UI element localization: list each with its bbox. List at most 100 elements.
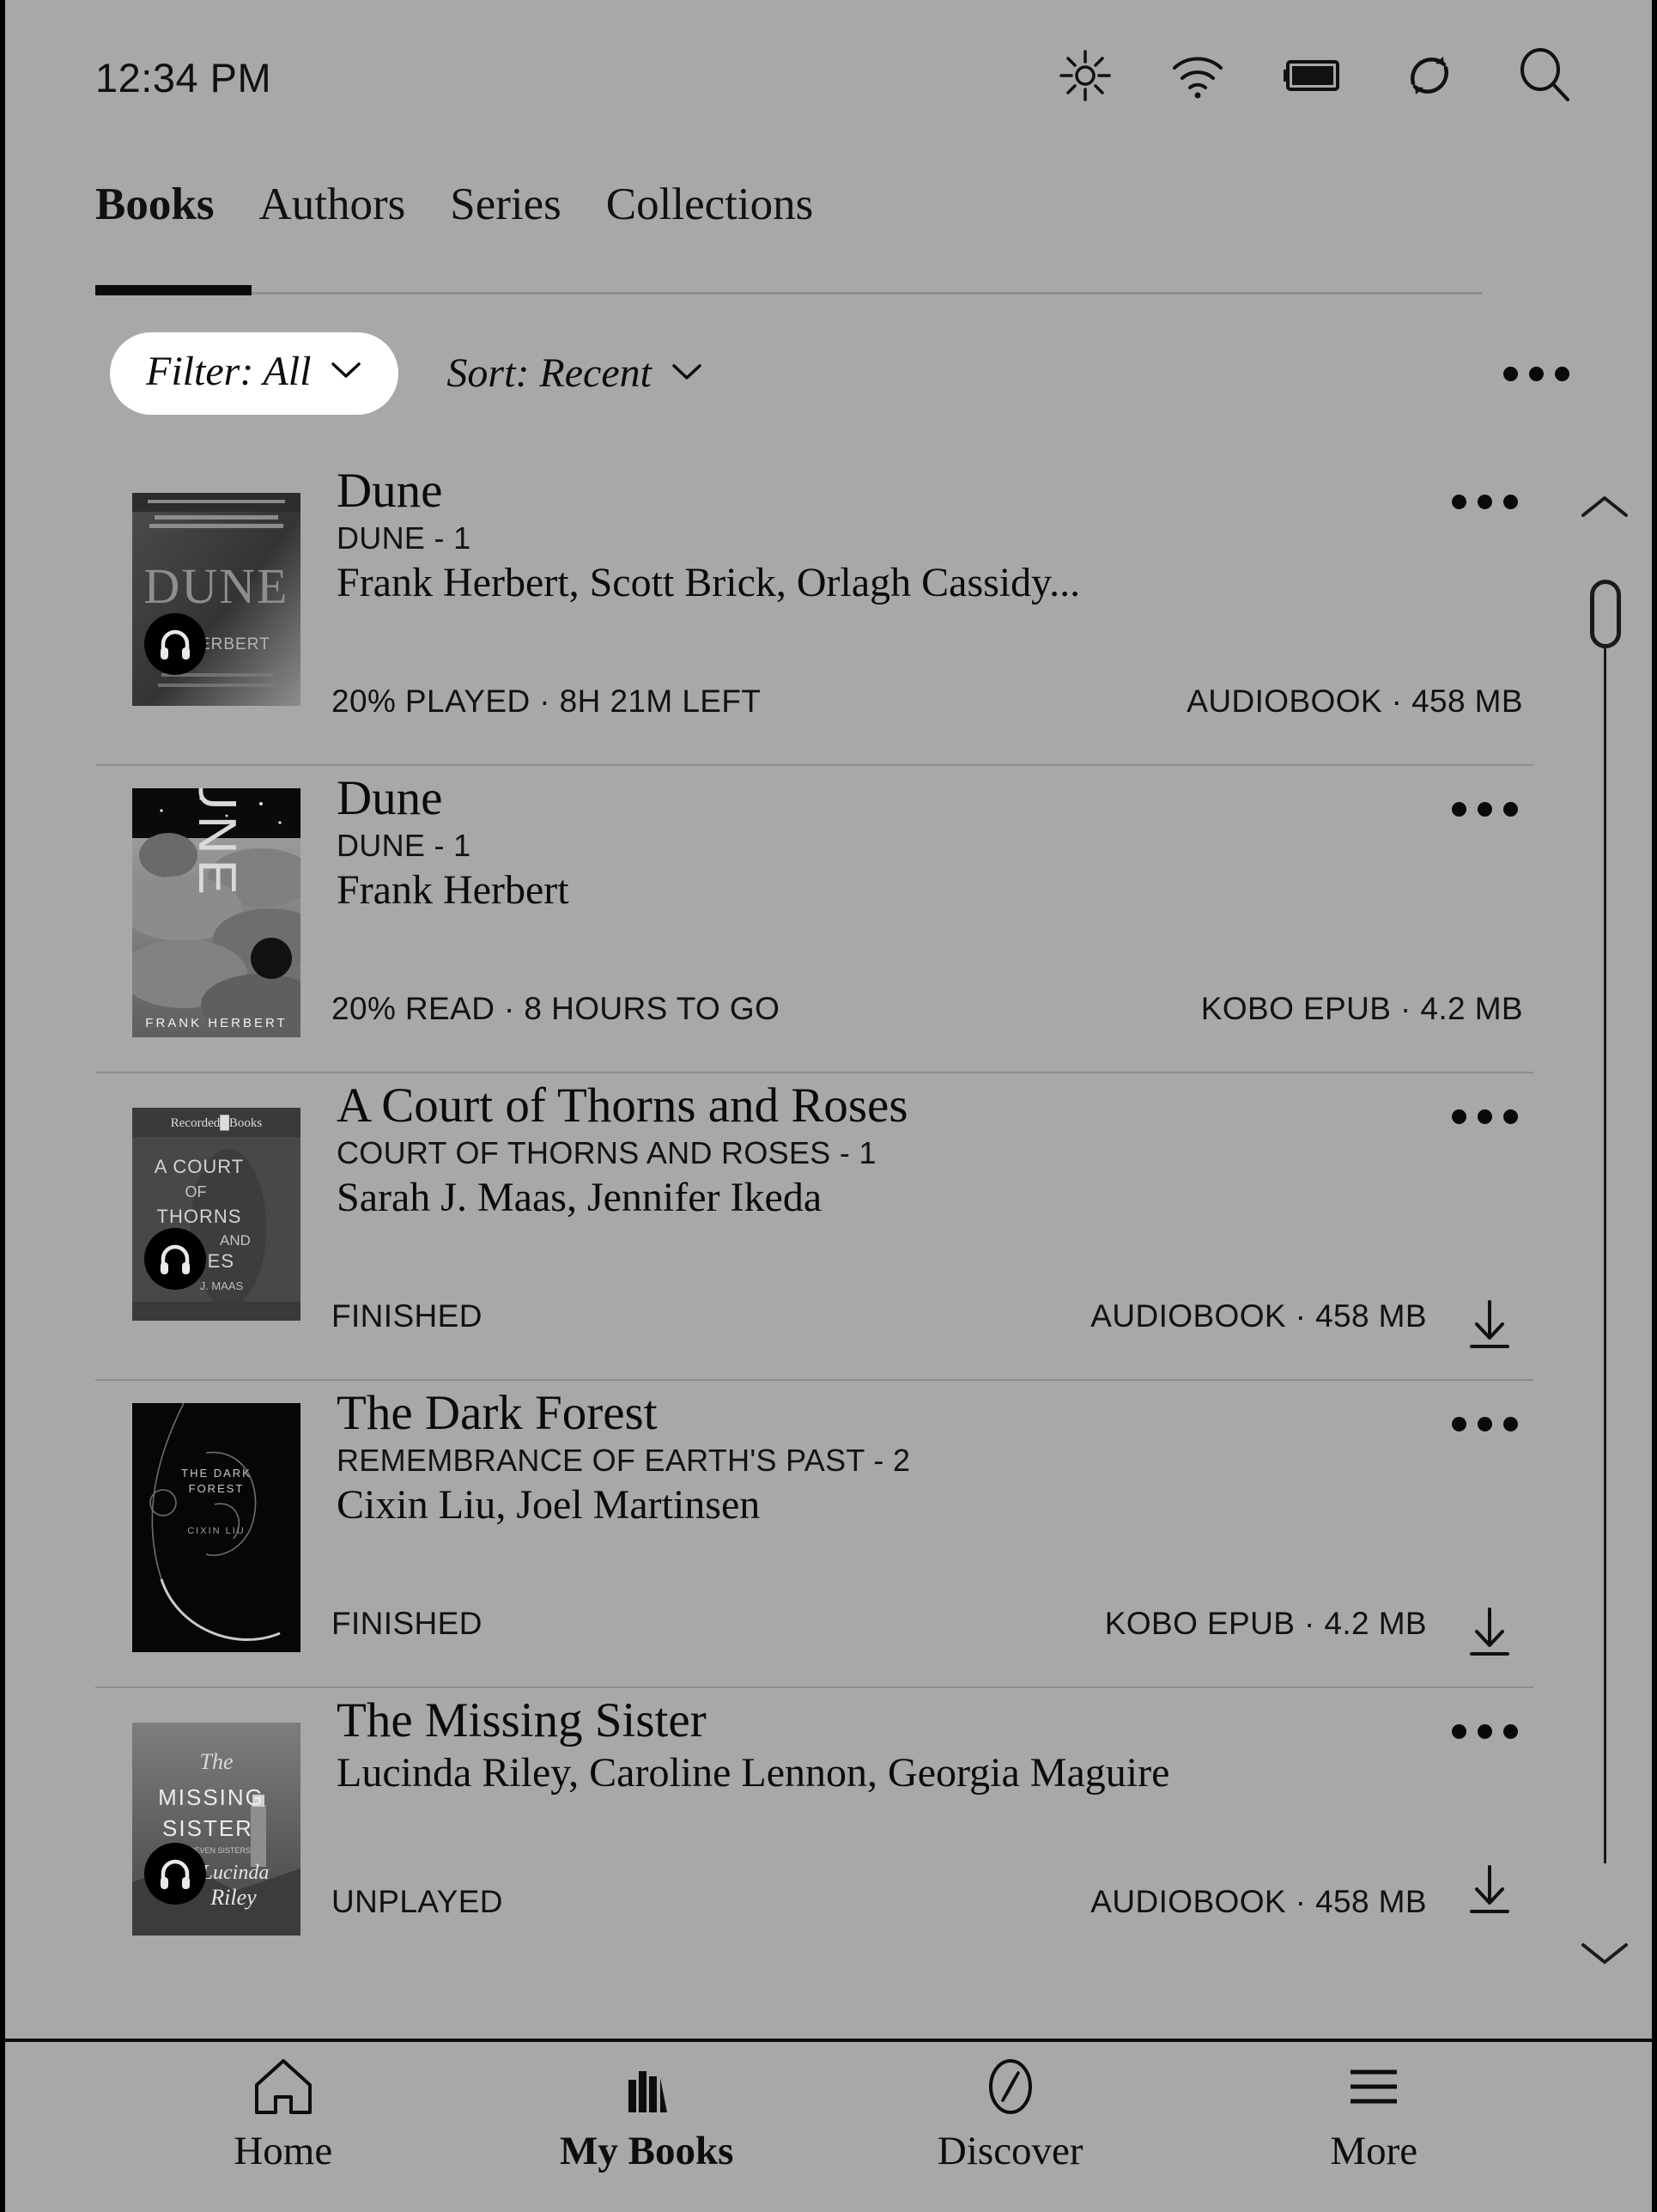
- tab-collections[interactable]: Collections: [606, 182, 813, 231]
- filter-sort-bar: Filter: All Sort: Recent: [5, 326, 1652, 421]
- svg-text:CIXIN LIU: CIXIN LIU: [187, 1526, 246, 1536]
- list-divider: [95, 1072, 1533, 1073]
- library-tabs: Books Authors Series Collections: [5, 182, 1652, 295]
- sync-icon[interactable]: [1401, 47, 1458, 108]
- list-divider: [95, 1379, 1533, 1381]
- download-icon: [1470, 1865, 1509, 1913]
- book-status-line: FINISHED KOBO EPUB · 4.2 MB: [331, 1606, 1523, 1642]
- library-overflow-button[interactable]: [1498, 351, 1575, 397]
- compass-icon: [979, 2056, 1042, 2118]
- book-list-item[interactable]: The MISSING SISTER THE SEVEN SISTERS Luc…: [5, 1686, 1652, 1944]
- svg-text:FOREST: FOREST: [189, 1482, 245, 1495]
- search-icon[interactable]: [1514, 46, 1575, 110]
- svg-text:Riley: Riley: [209, 1885, 257, 1910]
- dot: [1478, 1724, 1492, 1739]
- book-author: Cixin Liu, Joel Martinsen: [337, 1481, 761, 1528]
- book-cover[interactable]: THE DARK FOREST CIXIN LIU: [132, 1403, 300, 1652]
- book-status-line: 20% PLAYED · 8H 21M LEFT AUDIOBOOK · 458…: [331, 684, 1523, 720]
- nav-item-home[interactable]: Home: [101, 2056, 465, 2172]
- book-progress-status: FINISHED: [331, 1298, 483, 1334]
- tab-authors[interactable]: Authors: [258, 182, 405, 231]
- books-icon: [615, 2056, 678, 2118]
- chevron-down-icon: [330, 360, 362, 385]
- book-overflow-button[interactable]: [1447, 1711, 1523, 1753]
- book-progress-status: UNPLAYED: [331, 1884, 503, 1919]
- book-format-size: KOBO EPUB · 4.2 MB: [1200, 991, 1523, 1026]
- book-overflow-button[interactable]: [1447, 788, 1523, 830]
- chevron-up-icon: [1581, 496, 1628, 517]
- book-overflow-button[interactable]: [1447, 1403, 1523, 1445]
- book-overflow-button[interactable]: [1447, 1096, 1523, 1138]
- chevron-down-icon: [671, 362, 703, 386]
- nav-item-discover[interactable]: Discover: [828, 2056, 1193, 2172]
- book-cover[interactable]: DUNE HERBERT: [132, 493, 300, 706]
- book-list-item[interactable]: DUNE HERBERT Dune DUNE - 1 Frank Herbert…: [5, 457, 1652, 764]
- scroll-down-button[interactable]: [1575, 1936, 1635, 1975]
- book-format-size: KOBO EPUB · 4.2 MB: [1104, 1606, 1427, 1641]
- bottom-nav: Home My Books Discover More: [5, 2042, 1652, 2212]
- download-icon: [1470, 1300, 1509, 1348]
- nav-item-my-books[interactable]: My Books: [465, 2056, 829, 2172]
- sort-label: Sort: Recent: [446, 350, 652, 396]
- dot: [1478, 1417, 1492, 1431]
- filter-button[interactable]: Filter: All: [110, 332, 399, 415]
- audiobook-badge-icon: [144, 1843, 206, 1905]
- dot: [1529, 366, 1544, 381]
- chevron-down-icon: [1581, 1943, 1628, 1964]
- book-author: Frank Herbert: [337, 866, 569, 913]
- list-divider: [95, 764, 1533, 766]
- svg-text:Lucinda: Lucinda: [201, 1862, 270, 1884]
- battery-icon[interactable]: [1283, 57, 1344, 99]
- dot: [1478, 802, 1492, 817]
- book-status-line: UNPLAYED AUDIOBOOK · 458 MB: [331, 1884, 1523, 1920]
- svg-text:J. MAAS: J. MAAS: [200, 1279, 244, 1292]
- book-progress-status: FINISHED: [331, 1606, 483, 1641]
- svg-text:THORNS: THORNS: [157, 1206, 242, 1227]
- book-status-line: FINISHED AUDIOBOOK · 458 MB: [331, 1298, 1523, 1334]
- svg-text:A COURT: A COURT: [155, 1156, 244, 1177]
- book-overflow-button[interactable]: [1447, 481, 1523, 523]
- dot: [1452, 802, 1466, 817]
- list-scrollbar[interactable]: [1575, 489, 1635, 1975]
- book-format-size: AUDIOBOOK · 458 MB: [1090, 1884, 1427, 1919]
- tab-books[interactable]: Books: [95, 182, 214, 231]
- book-author: Frank Herbert, Scott Brick, Orlagh Cassi…: [337, 559, 1081, 605]
- sort-button[interactable]: Sort: Recent: [446, 353, 703, 394]
- svg-text:MISSING: MISSING: [158, 1784, 264, 1810]
- book-list-item[interactable]: Recorded█Books A COURT OF THORNS AND ROS…: [5, 1072, 1652, 1379]
- status-icon-group: [1058, 46, 1575, 110]
- book-list-item[interactable]: THE DARK FOREST CIXIN LIU The Dark Fores…: [5, 1379, 1652, 1686]
- brightness-icon[interactable]: [1058, 48, 1113, 107]
- download-button[interactable]: [1456, 1599, 1523, 1666]
- book-cover[interactable]: Recorded█Books A COURT OF THORNS AND ROS…: [132, 1108, 300, 1321]
- wifi-icon[interactable]: [1169, 51, 1226, 105]
- scroll-up-button[interactable]: [1575, 489, 1635, 528]
- dot: [1452, 1724, 1466, 1739]
- dot: [1452, 1417, 1466, 1431]
- book-list[interactable]: DUNE HERBERT Dune DUNE - 1 Frank Herbert…: [5, 457, 1652, 2037]
- dot: [1452, 1109, 1466, 1124]
- nav-label-more: More: [1330, 2129, 1418, 2173]
- scrollbar-track[interactable]: [1604, 610, 1606, 1863]
- dot: [1478, 495, 1492, 509]
- tab-active-underline: [95, 285, 252, 295]
- book-series: REMEMBRANCE OF EARTH'S PAST - 2: [337, 1442, 911, 1478]
- dot: [1503, 1417, 1518, 1431]
- book-cover[interactable]: DUNE FRANK HERBERT: [132, 788, 300, 1037]
- status-bar: 12:34 PM: [5, 0, 1652, 155]
- cover-art-missing-sister: The MISSING SISTER THE SEVEN SISTERS Luc…: [132, 1723, 300, 1936]
- nav-item-more[interactable]: More: [1193, 2056, 1557, 2172]
- scrollbar-thumb[interactable]: [1590, 580, 1621, 648]
- status-clock: 12:34 PM: [95, 54, 272, 100]
- book-list-item[interactable]: DUNE FRANK HERBERT Dune DUNE - 1 Frank H…: [5, 764, 1652, 1072]
- book-series: DUNE - 1: [337, 520, 471, 556]
- book-cover[interactable]: The MISSING SISTER THE SEVEN SISTERS Luc…: [132, 1723, 300, 1936]
- cover-art-dark-forest: THE DARK FOREST CIXIN LIU: [132, 1403, 300, 1652]
- book-format-size: AUDIOBOOK · 458 MB: [1187, 684, 1523, 719]
- download-button[interactable]: [1456, 1291, 1523, 1358]
- audiobook-badge-icon: [144, 1228, 206, 1290]
- dot: [1503, 1109, 1518, 1124]
- download-button[interactable]: [1456, 1856, 1523, 1923]
- dot: [1503, 802, 1518, 817]
- tab-series[interactable]: Series: [450, 182, 561, 231]
